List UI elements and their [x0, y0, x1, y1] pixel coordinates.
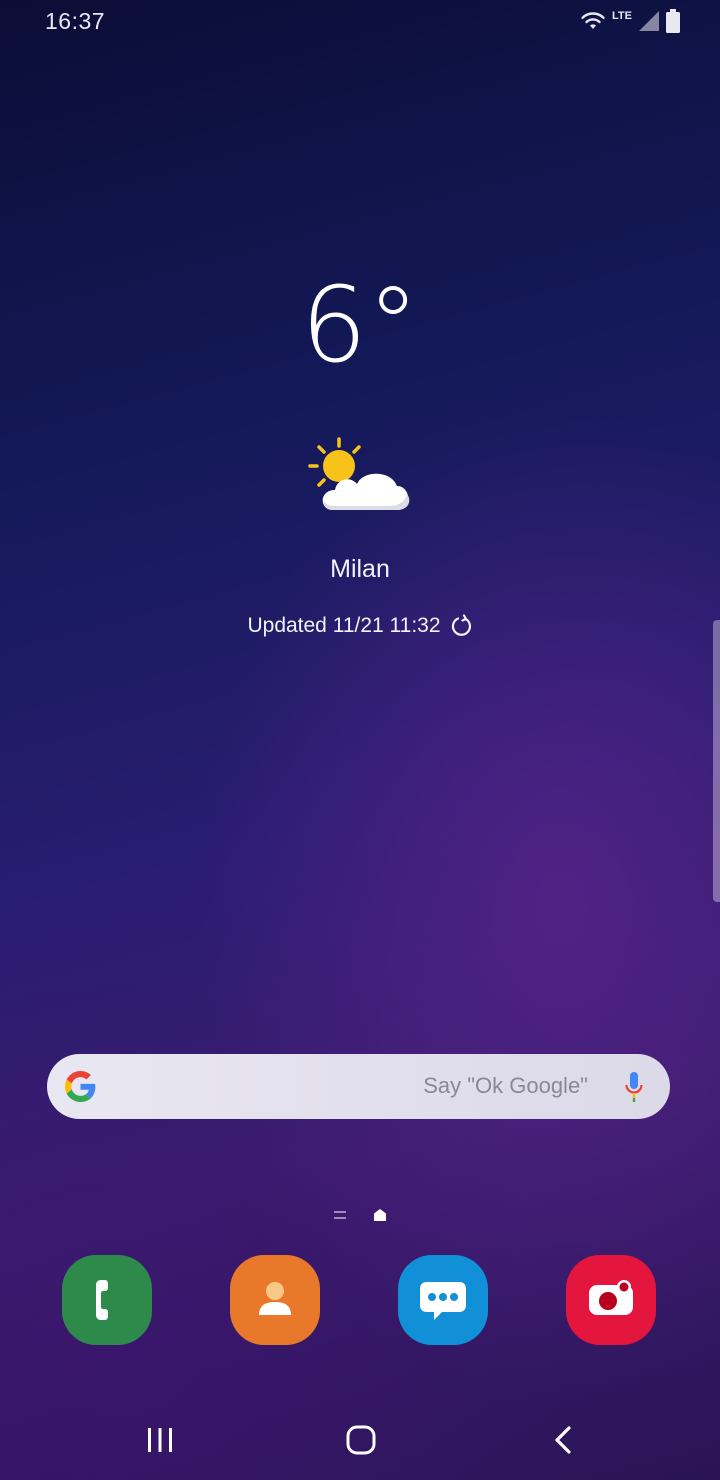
- phone-icon: [96, 1280, 108, 1320]
- home-screen: 16:37 LTE 6° Milan Updated 11/21 11:32 S…: [0, 0, 720, 1480]
- phone-app[interactable]: [62, 1255, 152, 1345]
- contacts-app[interactable]: [230, 1255, 320, 1345]
- navigation-bar: [0, 1400, 720, 1480]
- mic-icon[interactable]: [624, 1071, 644, 1103]
- messages-icon: [420, 1282, 466, 1320]
- home-icon[interactable]: [341, 1420, 381, 1460]
- temperature: 6°: [300, 264, 420, 386]
- google-search-bar[interactable]: Say "Ok Google": [47, 1054, 670, 1119]
- page-indicator: [0, 1206, 720, 1226]
- app-dock: [0, 1255, 720, 1347]
- contacts-icon: [259, 1282, 291, 1315]
- google-logo: [65, 1071, 96, 1102]
- back-icon[interactable]: [543, 1420, 583, 1460]
- camera-app[interactable]: [566, 1255, 656, 1345]
- updated-row: Updated 11/21 11:32: [0, 614, 720, 638]
- lines-indicator[interactable]: [334, 1211, 346, 1219]
- refresh-icon[interactable]: [449, 614, 473, 638]
- status-bar: 16:37 LTE: [0, 0, 720, 44]
- partly-cloudy-icon: [308, 437, 410, 510]
- city-name: Milan: [330, 555, 390, 583]
- battery-icon: [666, 9, 680, 33]
- lte-icon: LTE: [612, 10, 632, 22]
- camera-icon: [589, 1280, 633, 1315]
- search-placeholder: Say "Ok Google": [423, 1073, 588, 1098]
- wifi-icon: [581, 12, 605, 29]
- recents-icon[interactable]: [140, 1420, 180, 1460]
- edge-panel-handle[interactable]: [713, 620, 720, 902]
- status-time: 16:37: [45, 8, 106, 34]
- home-indicator[interactable]: [373, 1208, 387, 1222]
- updated-time: Updated 11/21 11:32: [247, 614, 441, 637]
- messages-app[interactable]: [398, 1255, 488, 1345]
- status-icons: LTE: [580, 8, 680, 34]
- signal-icon: [639, 11, 659, 31]
